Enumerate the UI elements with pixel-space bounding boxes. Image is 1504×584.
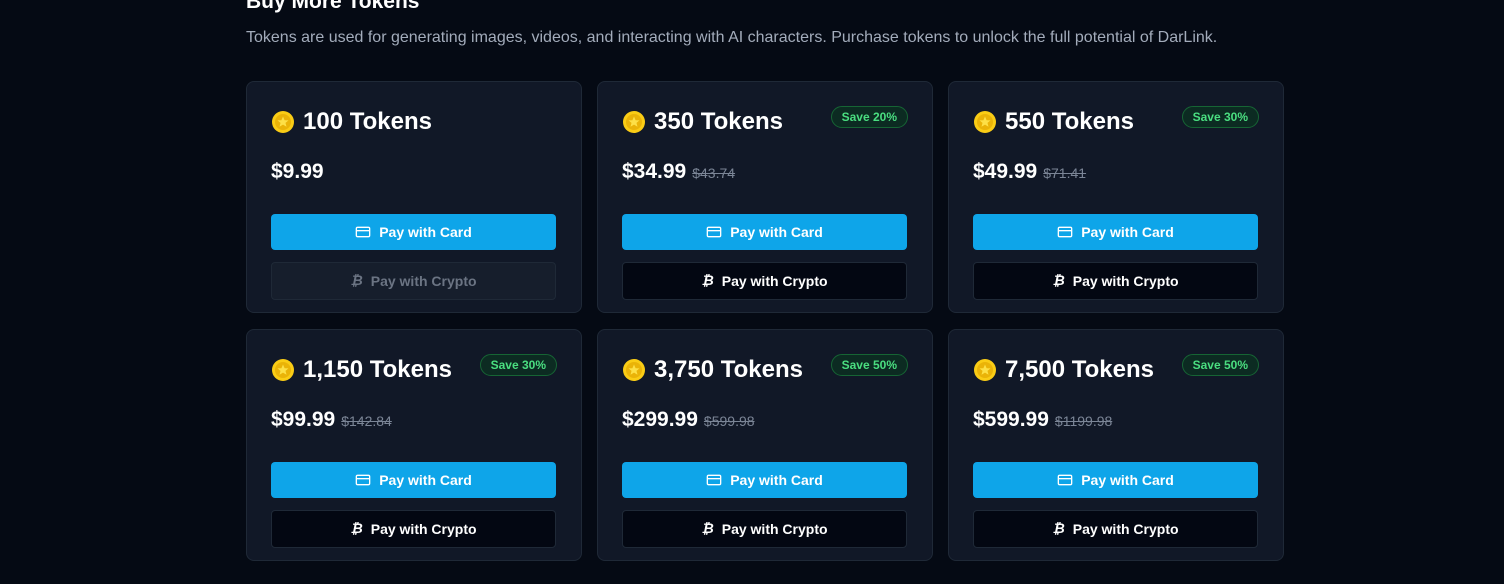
pay-with-crypto-button[interactable]: ₿ Pay with Crypto: [622, 510, 907, 548]
pay-with-card-label: Pay with Card: [730, 224, 823, 240]
pay-with-card-button[interactable]: Pay with Card: [973, 214, 1258, 250]
savings-badge: Save 20%: [830, 106, 908, 128]
coin-icon: [623, 111, 645, 133]
credit-card-icon: [706, 226, 722, 238]
token-package-card: 1,150 Tokens Save 30% $99.99 $142.84 Pay …: [246, 329, 582, 561]
coin-icon: [623, 359, 645, 381]
pay-with-crypto-label: Pay with Crypto: [370, 521, 477, 537]
pay-with-crypto-label: Pay with Crypto: [1072, 521, 1179, 537]
token-package-card: 3,750 Tokens Save 50% $299.99 $599.98 Pay…: [597, 329, 933, 561]
bitcoin-icon: ₿: [701, 273, 714, 289]
savings-badge: Save 50%: [830, 354, 908, 376]
coin-icon: [974, 359, 996, 381]
pay-with-card-label: Pay with Card: [1081, 224, 1174, 240]
original-price: $599.98: [703, 413, 755, 429]
page-subtitle: Tokens are used for generating images, v…: [246, 29, 1218, 46]
pay-with-crypto-label: Pay with Crypto: [721, 273, 828, 289]
bitcoin-icon: ₿: [1052, 273, 1065, 289]
coin-icon: [974, 111, 996, 133]
pay-with-card-label: Pay with Card: [730, 472, 823, 488]
token-package-card: 350 Tokens Save 20% $34.99 $43.74 Pay wit…: [597, 81, 933, 313]
original-price: $43.74: [692, 165, 736, 181]
bitcoin-icon: ₿: [350, 273, 363, 289]
pay-with-crypto-label: Pay with Crypto: [721, 521, 828, 537]
package-price: $34.99: [622, 160, 687, 183]
original-price: $142.84: [341, 413, 392, 429]
savings-badge: Save 30%: [1181, 106, 1259, 128]
price-row: $49.99 $71.41: [973, 160, 1086, 184]
pay-with-crypto-button[interactable]: ₿ Pay with Crypto: [973, 510, 1258, 548]
pay-with-crypto-button[interactable]: ₿ Pay with Crypto: [973, 262, 1258, 300]
pay-with-crypto-button[interactable]: ₿ Pay with Crypto: [622, 262, 907, 300]
token-package-grid: 100 Tokens $9.99 Pay with Card ₿ Pay wit…: [246, 81, 1284, 561]
credit-card-icon: [355, 226, 371, 238]
pay-with-card-button[interactable]: Pay with Card: [271, 462, 556, 498]
coin-icon: [272, 359, 294, 381]
pay-with-crypto-button[interactable]: ₿ Pay with Crypto: [271, 262, 556, 300]
package-price: $599.99: [973, 408, 1049, 431]
pay-with-crypto-button[interactable]: ₿ Pay with Crypto: [271, 510, 556, 548]
package-title: 100 Tokens: [303, 108, 432, 135]
pay-with-crypto-label: Pay with Crypto: [1072, 273, 1179, 289]
package-price: $49.99: [973, 160, 1038, 183]
package-title: 7,500 Tokens: [1005, 356, 1154, 383]
price-row: $9.99: [271, 160, 324, 184]
bitcoin-icon: ₿: [701, 521, 714, 537]
pay-with-card-label: Pay with Card: [379, 472, 472, 488]
package-title: 3,750 Tokens: [654, 356, 803, 383]
bitcoin-icon: ₿: [350, 521, 363, 537]
savings-badge: Save 50%: [1181, 354, 1259, 376]
pay-with-card-button[interactable]: Pay with Card: [271, 214, 556, 250]
token-package-card: 7,500 Tokens Save 50% $599.99 $1199.98 Pa…: [948, 329, 1284, 561]
package-price: $299.99: [622, 408, 698, 431]
credit-card-icon: [706, 474, 722, 486]
pay-with-card-button[interactable]: Pay with Card: [973, 462, 1258, 498]
price-row: $599.99 $1199.98: [973, 408, 1112, 432]
price-row: $299.99 $599.98: [622, 408, 755, 432]
package-price: $99.99: [271, 408, 336, 431]
coin-icon: [272, 111, 294, 133]
original-price: $71.41: [1043, 165, 1087, 181]
pay-with-card-label: Pay with Card: [379, 224, 472, 240]
token-package-card: 550 Tokens Save 30% $49.99 $71.41 Pay wit…: [948, 81, 1284, 313]
price-row: $99.99 $142.84: [271, 408, 392, 432]
credit-card-icon: [355, 474, 371, 486]
price-row: $34.99 $43.74: [622, 160, 735, 184]
original-price: $1199.98: [1054, 413, 1113, 429]
savings-badge: Save 30%: [479, 354, 557, 376]
package-title: 550 Tokens: [1005, 108, 1134, 135]
package-title: 1,150 Tokens: [303, 356, 452, 383]
pay-with-card-button[interactable]: Pay with Card: [622, 462, 907, 498]
page-title: Buy More Tokens: [246, 0, 420, 13]
pay-with-card-button[interactable]: Pay with Card: [622, 214, 907, 250]
package-title: 350 Tokens: [654, 108, 783, 135]
credit-card-icon: [1057, 226, 1073, 238]
pay-with-card-label: Pay with Card: [1081, 472, 1174, 488]
package-price: $9.99: [271, 160, 324, 183]
bitcoin-icon: ₿: [1052, 521, 1065, 537]
credit-card-icon: [1057, 474, 1073, 486]
pay-with-crypto-label: Pay with Crypto: [370, 273, 477, 289]
token-package-card: 100 Tokens $9.99 Pay with Card ₿ Pay wit…: [246, 81, 582, 313]
